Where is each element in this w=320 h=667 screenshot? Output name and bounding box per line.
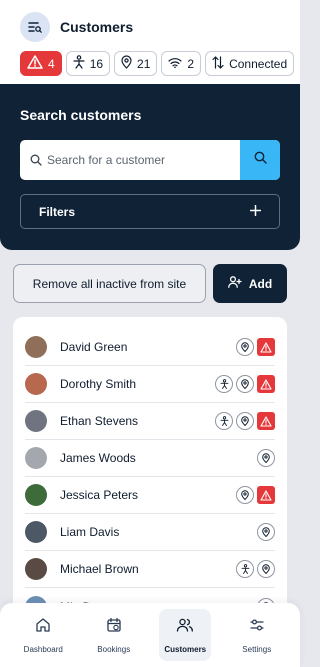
nav-label: Dashboard (23, 644, 63, 654)
locations-chip[interactable]: 21 (114, 51, 158, 76)
nav-item-settings[interactable]: Settings (232, 609, 282, 661)
nav-label: Settings (242, 644, 272, 654)
remove-inactive-button[interactable]: Remove all inactive from site (13, 264, 206, 303)
location-pin-icon[interactable] (236, 375, 254, 393)
avatar (25, 410, 47, 432)
location-pin-icon (121, 55, 132, 72)
customer-name: Ethan Stevens (60, 414, 139, 428)
search-box (20, 140, 280, 180)
wifi-icon (168, 57, 183, 71)
avatar (25, 336, 47, 358)
locations-count: 21 (137, 56, 151, 71)
search-title: Search customers (20, 107, 142, 123)
customer-name: Dorothy Smith (60, 377, 137, 391)
nav-label: Customers (164, 644, 207, 654)
users-icon (176, 617, 194, 638)
customer-name: David Green (60, 340, 128, 354)
list-item[interactable]: Ethan Stevens (25, 403, 275, 440)
page-title: Customers (60, 19, 134, 35)
location-pin-icon[interactable] (236, 486, 254, 504)
search-input[interactable] (20, 140, 240, 180)
bottom-nav: Dashboard Bookings Customers Settings (0, 603, 300, 667)
connection-status: Connected (229, 56, 288, 71)
alerts-chip[interactable]: 4 (20, 51, 62, 76)
add-user-icon (227, 276, 242, 291)
customer-name: Michael Brown (60, 562, 139, 576)
filters-label: Filters (39, 204, 76, 219)
location-pin-icon[interactable] (257, 449, 275, 467)
list-item[interactable]: Michael Brown (25, 551, 275, 588)
location-pin-icon[interactable] (257, 560, 275, 578)
list-item[interactable]: Dorothy Smith (25, 366, 275, 403)
plus-icon (249, 203, 262, 221)
list-item[interactable]: Jessica Peters (25, 477, 275, 514)
location-pin-icon[interactable] (236, 412, 254, 430)
warning-icon (27, 55, 43, 72)
warning-icon[interactable] (257, 486, 275, 504)
sliders-icon (249, 617, 265, 638)
warning-icon[interactable] (257, 375, 275, 393)
status-chips: 4 16 21 2 Connected (20, 51, 295, 76)
avatar (25, 521, 47, 543)
avatar (25, 484, 47, 506)
list-item[interactable]: Liam Davis (25, 514, 275, 551)
location-pin-icon[interactable] (236, 338, 254, 356)
wifi-count: 2 (187, 56, 195, 71)
avatar (25, 373, 47, 395)
alerts-count: 4 (48, 56, 55, 71)
person-icon[interactable] (215, 412, 233, 430)
warning-icon[interactable] (257, 338, 275, 356)
person-icon (73, 55, 85, 72)
warning-icon[interactable] (257, 412, 275, 430)
nav-label: Bookings (97, 644, 131, 654)
list-item[interactable]: David Green (25, 329, 275, 366)
customer-name: Jessica Peters (60, 488, 139, 502)
add-customer-button[interactable]: Add (213, 264, 287, 303)
home-icon (35, 617, 51, 638)
filters-toggle[interactable]: Filters (20, 194, 280, 229)
avatar (25, 447, 47, 469)
nav-item-customers[interactable]: Customers (159, 609, 212, 661)
connection-chip[interactable]: Connected (205, 51, 295, 76)
location-pin-icon[interactable] (257, 523, 275, 541)
person-icon[interactable] (215, 375, 233, 393)
customer-name: James Woods (60, 451, 136, 465)
wifi-chip[interactable]: 2 (161, 51, 202, 76)
customer-name: Liam Davis (60, 525, 120, 539)
nav-item-bookings[interactable]: Bookings (89, 609, 139, 661)
filter-list-icon[interactable] (20, 12, 50, 42)
search-button[interactable] (240, 140, 280, 180)
search-icon (254, 151, 267, 169)
person-icon[interactable] (236, 560, 254, 578)
people-count: 16 (89, 56, 104, 71)
people-chip[interactable]: 16 (65, 51, 111, 76)
calendar-icon (106, 617, 122, 638)
search-panel: Search customers Filters (0, 84, 300, 250)
nav-item-dashboard[interactable]: Dashboard (18, 609, 68, 661)
header: Customers 4 16 21 2 Connected (0, 0, 300, 84)
sync-arrows-icon (212, 55, 224, 72)
avatar (25, 558, 47, 580)
add-label: Add (248, 276, 273, 291)
list-item[interactable]: James Woods (25, 440, 275, 477)
